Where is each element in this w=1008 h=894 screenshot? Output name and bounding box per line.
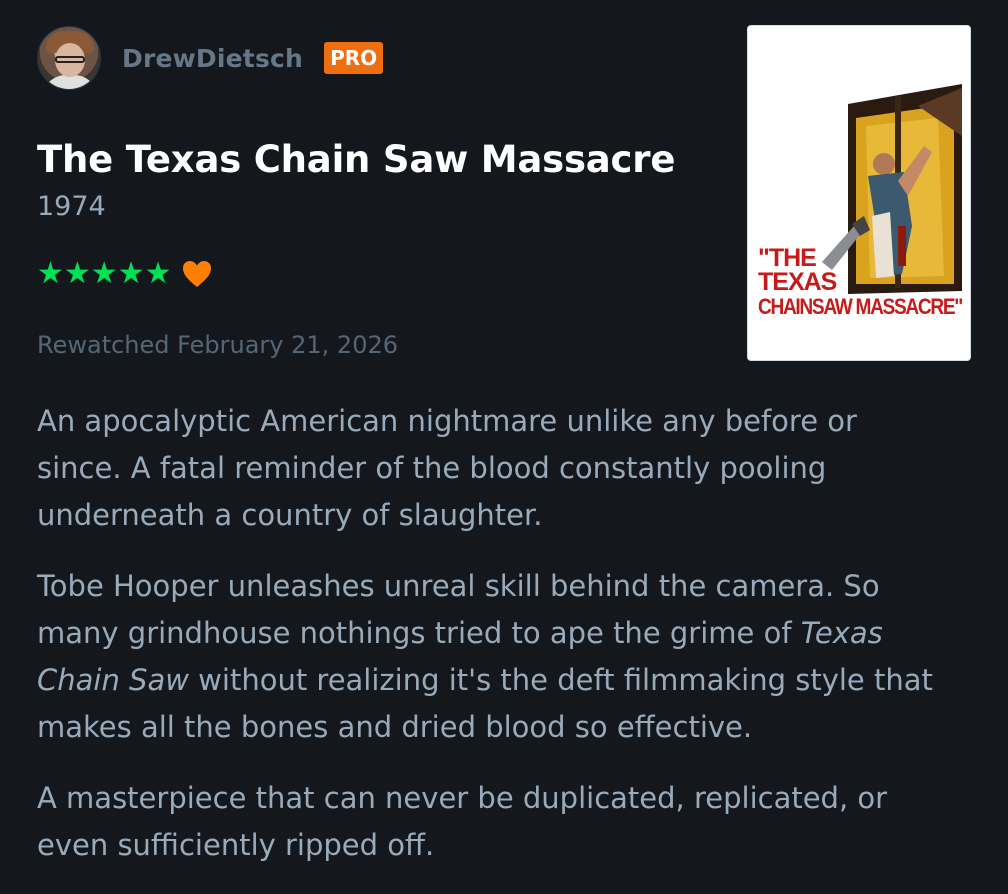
star-rating: ★★★★★ <box>37 256 172 291</box>
avatar[interactable] <box>37 26 101 90</box>
film-title[interactable]: The Texas Chain Saw Massacre <box>37 138 675 181</box>
review-body: An apocalyptic American nightmare unlike… <box>37 398 937 893</box>
heart-icon <box>181 259 213 289</box>
film-year[interactable]: 1974 <box>37 191 106 222</box>
poster-text-line2: TEXAS <box>758 268 837 296</box>
rating: ★★★★★ <box>37 258 213 290</box>
poster-text-line3: CHAINSAW MASSACRE" <box>758 294 962 319</box>
review-paragraph-3: A masterpiece that can never be duplicat… <box>37 781 888 862</box>
review-header: DrewDietsch PRO <box>37 26 384 90</box>
review-paragraph-2: Tobe Hooper unleashes unreal skill behin… <box>37 569 933 744</box>
username-link[interactable]: DrewDietsch <box>122 44 303 73</box>
pro-badge: PRO <box>324 42 384 74</box>
review-paragraph-1: An apocalyptic American nightmare unlike… <box>37 404 857 532</box>
film-poster[interactable]: "THE TEXAS CHAINSAW MASSACRE" <box>747 25 971 361</box>
watched-date: Rewatched February 21, 2026 <box>37 331 398 359</box>
